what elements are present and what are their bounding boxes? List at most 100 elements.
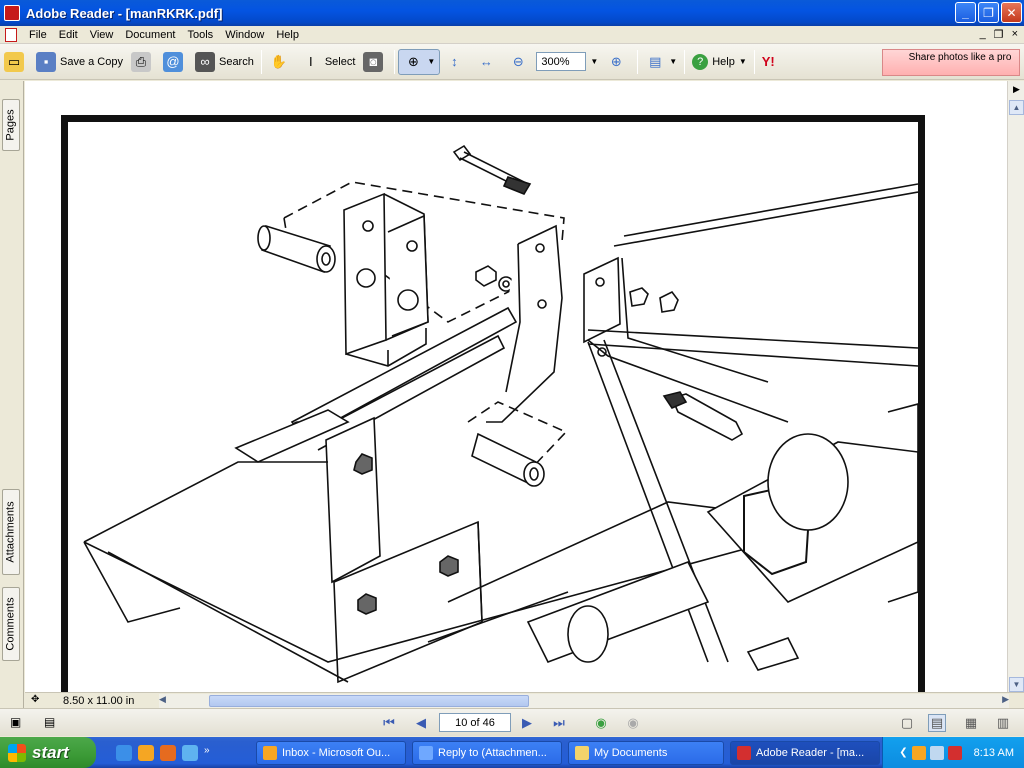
menu-view[interactable]: View bbox=[84, 29, 120, 41]
hand-icon: ✋ bbox=[270, 53, 287, 69]
document-status-bar: ✥ 8.50 x 11.00 in ◀ ▶ bbox=[25, 692, 1024, 708]
first-page-button[interactable]: ⏮ bbox=[380, 714, 398, 732]
menu-edit[interactable]: Edit bbox=[53, 29, 84, 41]
save-copy-button[interactable]: ▪ Save a Copy bbox=[32, 48, 127, 76]
ie-icon[interactable] bbox=[116, 744, 132, 761]
help-label: Help bbox=[712, 55, 735, 68]
folder-open-icon: ▭ bbox=[4, 51, 24, 72]
printer-icon: ⎙ bbox=[130, 51, 151, 72]
search-button[interactable]: ∞ Search bbox=[191, 48, 258, 76]
zoom-out-button[interactable]: ⊖ bbox=[504, 48, 536, 76]
close-button[interactable]: ✕ bbox=[1001, 2, 1022, 23]
continuous-view-button[interactable]: ▤ bbox=[928, 714, 946, 732]
task-label: Reply to (Attachmen... bbox=[438, 747, 547, 759]
pdf-document-icon[interactable] bbox=[5, 27, 17, 42]
show-hide-nav-icon[interactable]: ▣ bbox=[10, 715, 21, 729]
task-reply-message[interactable]: Reply to (Attachmen... bbox=[412, 741, 562, 765]
scroll-up-arrow[interactable]: ▲ bbox=[1009, 100, 1024, 115]
horizontal-scrollbar[interactable]: ◀ ▶ bbox=[159, 694, 1009, 708]
go-forward-button[interactable]: ◉ bbox=[624, 714, 642, 732]
tray-outlook-icon[interactable] bbox=[911, 745, 926, 760]
toolbar-separator bbox=[260, 49, 262, 74]
yahoo-toolbar-button[interactable]: Y! bbox=[758, 48, 779, 76]
attachments-tab[interactable]: Attachments bbox=[2, 489, 20, 575]
minimize-button[interactable]: _ bbox=[955, 2, 976, 23]
zoom-out-icon: ⊖ bbox=[512, 53, 524, 69]
print-button[interactable]: ⎙ bbox=[127, 48, 159, 76]
hand-tool-button[interactable]: ✋ bbox=[265, 48, 297, 76]
zoom-level-input[interactable]: 300% bbox=[536, 52, 587, 71]
doc-close-button[interactable]: × bbox=[1012, 28, 1018, 41]
page-icon[interactable]: ▤ bbox=[44, 715, 55, 729]
zoom-in-button[interactable]: ⊕ bbox=[602, 48, 634, 76]
horizontal-scroll-thumb[interactable] bbox=[209, 695, 529, 707]
zoom-in-icon: ⊕ bbox=[610, 53, 622, 69]
move-icon[interactable]: ✥ bbox=[31, 694, 39, 705]
task-my-documents[interactable]: My Documents bbox=[568, 741, 724, 765]
last-page-button[interactable]: ⏭ bbox=[550, 714, 568, 732]
menu-window[interactable]: Window bbox=[219, 29, 270, 41]
task-outlook-inbox[interactable]: Inbox - Microsoft Ou... bbox=[256, 741, 406, 765]
continuous-facing-view-button[interactable]: ▥ bbox=[994, 714, 1012, 732]
start-button[interactable]: start bbox=[0, 737, 96, 768]
tray-expand-icon[interactable]: ❮ bbox=[899, 747, 907, 758]
tray-app-icon[interactable] bbox=[947, 745, 962, 760]
bolt-top bbox=[452, 144, 532, 195]
message-task-icon bbox=[419, 746, 433, 760]
nuts-center bbox=[475, 265, 679, 313]
share-photos-button[interactable]: Share photos like a pro bbox=[882, 49, 1020, 76]
menu-bar: File Edit View Document Tools Window Hel… bbox=[0, 26, 1024, 44]
scroll-left-arrow[interactable]: ◀ bbox=[159, 694, 166, 705]
doc-minimize-button[interactable]: _ bbox=[980, 28, 986, 41]
expand-pane-icon[interactable]: ▶ bbox=[1009, 84, 1024, 99]
outlook-icon[interactable] bbox=[138, 744, 154, 761]
adobe-reader-icon bbox=[4, 5, 20, 21]
scroll-down-arrow[interactable]: ▼ bbox=[1009, 677, 1024, 692]
scroll-right-arrow[interactable]: ▶ bbox=[1002, 694, 1009, 705]
fit-width-button[interactable]: ↔ bbox=[472, 48, 504, 76]
zoom-dropdown-button[interactable]: ▼ bbox=[586, 48, 602, 76]
email-button[interactable]: @ bbox=[159, 48, 191, 76]
task-adobe-reader[interactable]: Adobe Reader - [ma... bbox=[730, 741, 880, 765]
menu-file[interactable]: File bbox=[23, 29, 53, 41]
page-number-input[interactable]: 10 of 46 bbox=[439, 713, 511, 732]
document-view[interactable] bbox=[25, 81, 1008, 692]
attachments-tab-label: Attachments bbox=[5, 501, 18, 563]
zoom-in-tool-button[interactable]: ⊕ ▼ bbox=[398, 48, 441, 75]
mechanical-drawing bbox=[83, 144, 918, 684]
bolt-right bbox=[662, 391, 744, 441]
title-bar[interactable]: Adobe Reader - [manRKRK.pdf] _ ❐ ✕ bbox=[0, 0, 1024, 26]
firefox-icon[interactable] bbox=[160, 744, 176, 761]
snapshot-tool-button[interactable]: ◙ bbox=[359, 48, 391, 76]
scroll-track[interactable] bbox=[1008, 116, 1024, 676]
select-tool-button[interactable]: I Select bbox=[297, 48, 360, 76]
fit-page-button[interactable]: ↕ bbox=[440, 48, 472, 76]
clock[interactable]: 8:13 AM bbox=[974, 747, 1014, 759]
next-page-button[interactable]: ▶ bbox=[518, 714, 536, 732]
menu-document[interactable]: Document bbox=[119, 29, 181, 41]
restore-button[interactable]: ❐ bbox=[978, 2, 999, 23]
pages-tab-label: Pages bbox=[5, 109, 18, 141]
rotate-view-button[interactable]: ▤ ▼ bbox=[641, 48, 681, 76]
go-back-button[interactable]: ◉ bbox=[592, 714, 610, 732]
doc-restore-button[interactable]: ❐ bbox=[994, 28, 1004, 41]
menu-help[interactable]: Help bbox=[270, 29, 305, 41]
vertical-scrollbar[interactable]: ▶ ▲ ▼ bbox=[1007, 81, 1024, 692]
menu-tools[interactable]: Tools bbox=[182, 29, 220, 41]
show-desktop-icon[interactable] bbox=[182, 744, 198, 761]
quick-launch-chevron-icon[interactable]: » bbox=[204, 745, 210, 761]
page-layout-icon: ▤ bbox=[649, 53, 662, 69]
search-label: Search bbox=[218, 55, 254, 68]
start-label: start bbox=[32, 742, 69, 762]
facing-view-button[interactable]: ▦ bbox=[962, 714, 980, 732]
previous-page-button[interactable]: ◀ bbox=[412, 714, 430, 732]
pages-tab[interactable]: Pages bbox=[2, 99, 20, 151]
adobe-task-icon bbox=[737, 746, 751, 760]
tray-network-icon[interactable] bbox=[929, 745, 944, 760]
comments-tab[interactable]: Comments bbox=[2, 587, 20, 661]
chevron-down-icon[interactable]: ▼ bbox=[427, 57, 435, 66]
help-button[interactable]: ? Help ▼ bbox=[688, 48, 751, 76]
single-page-view-button[interactable]: ▢ bbox=[898, 714, 916, 732]
pin-lower bbox=[471, 432, 545, 487]
open-button[interactable]: ▭ bbox=[0, 48, 32, 76]
